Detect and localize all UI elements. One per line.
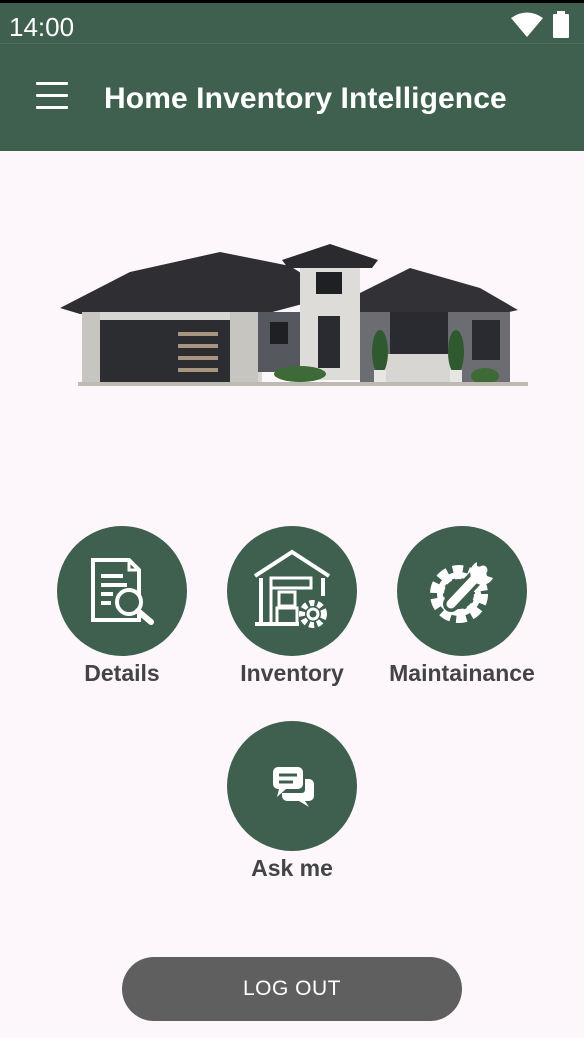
details-button[interactable] bbox=[57, 526, 187, 656]
wrench-gear-icon bbox=[430, 562, 493, 623]
inventory-label: Inventory bbox=[240, 660, 344, 686]
status-icons bbox=[510, 11, 570, 39]
warehouse-gear-icon bbox=[253, 549, 331, 628]
app-bar: Home Inventory Intelligence bbox=[0, 43, 584, 151]
details-label: Details bbox=[84, 660, 160, 686]
ask-me-tile[interactable]: Ask me bbox=[202, 721, 382, 882]
app-title: Home Inventory Intelligence bbox=[104, 82, 507, 115]
status-time: 14:00 bbox=[9, 12, 75, 42]
ask-me-button[interactable] bbox=[227, 721, 357, 851]
battery-icon bbox=[553, 11, 569, 38]
house-image bbox=[60, 244, 528, 386]
wifi-icon bbox=[510, 12, 543, 37]
menu-button[interactable] bbox=[30, 78, 74, 118]
maintainance-tile[interactable]: Maintainance bbox=[372, 526, 552, 687]
document-search-icon bbox=[91, 558, 154, 625]
inventory-button[interactable] bbox=[227, 526, 357, 656]
maintainance-button[interactable] bbox=[397, 526, 527, 656]
maintainance-label: Maintainance bbox=[389, 660, 535, 686]
details-tile[interactable]: Details bbox=[32, 526, 212, 687]
logout-button[interactable]: LOG OUT bbox=[122, 957, 462, 1021]
inventory-tile[interactable]: Inventory bbox=[202, 526, 382, 687]
ask-me-label: Ask me bbox=[251, 855, 333, 881]
hamburger-menu-icon bbox=[30, 82, 74, 109]
chat-bubbles-icon bbox=[273, 767, 314, 807]
status-bar: 14:00 bbox=[0, 0, 584, 43]
